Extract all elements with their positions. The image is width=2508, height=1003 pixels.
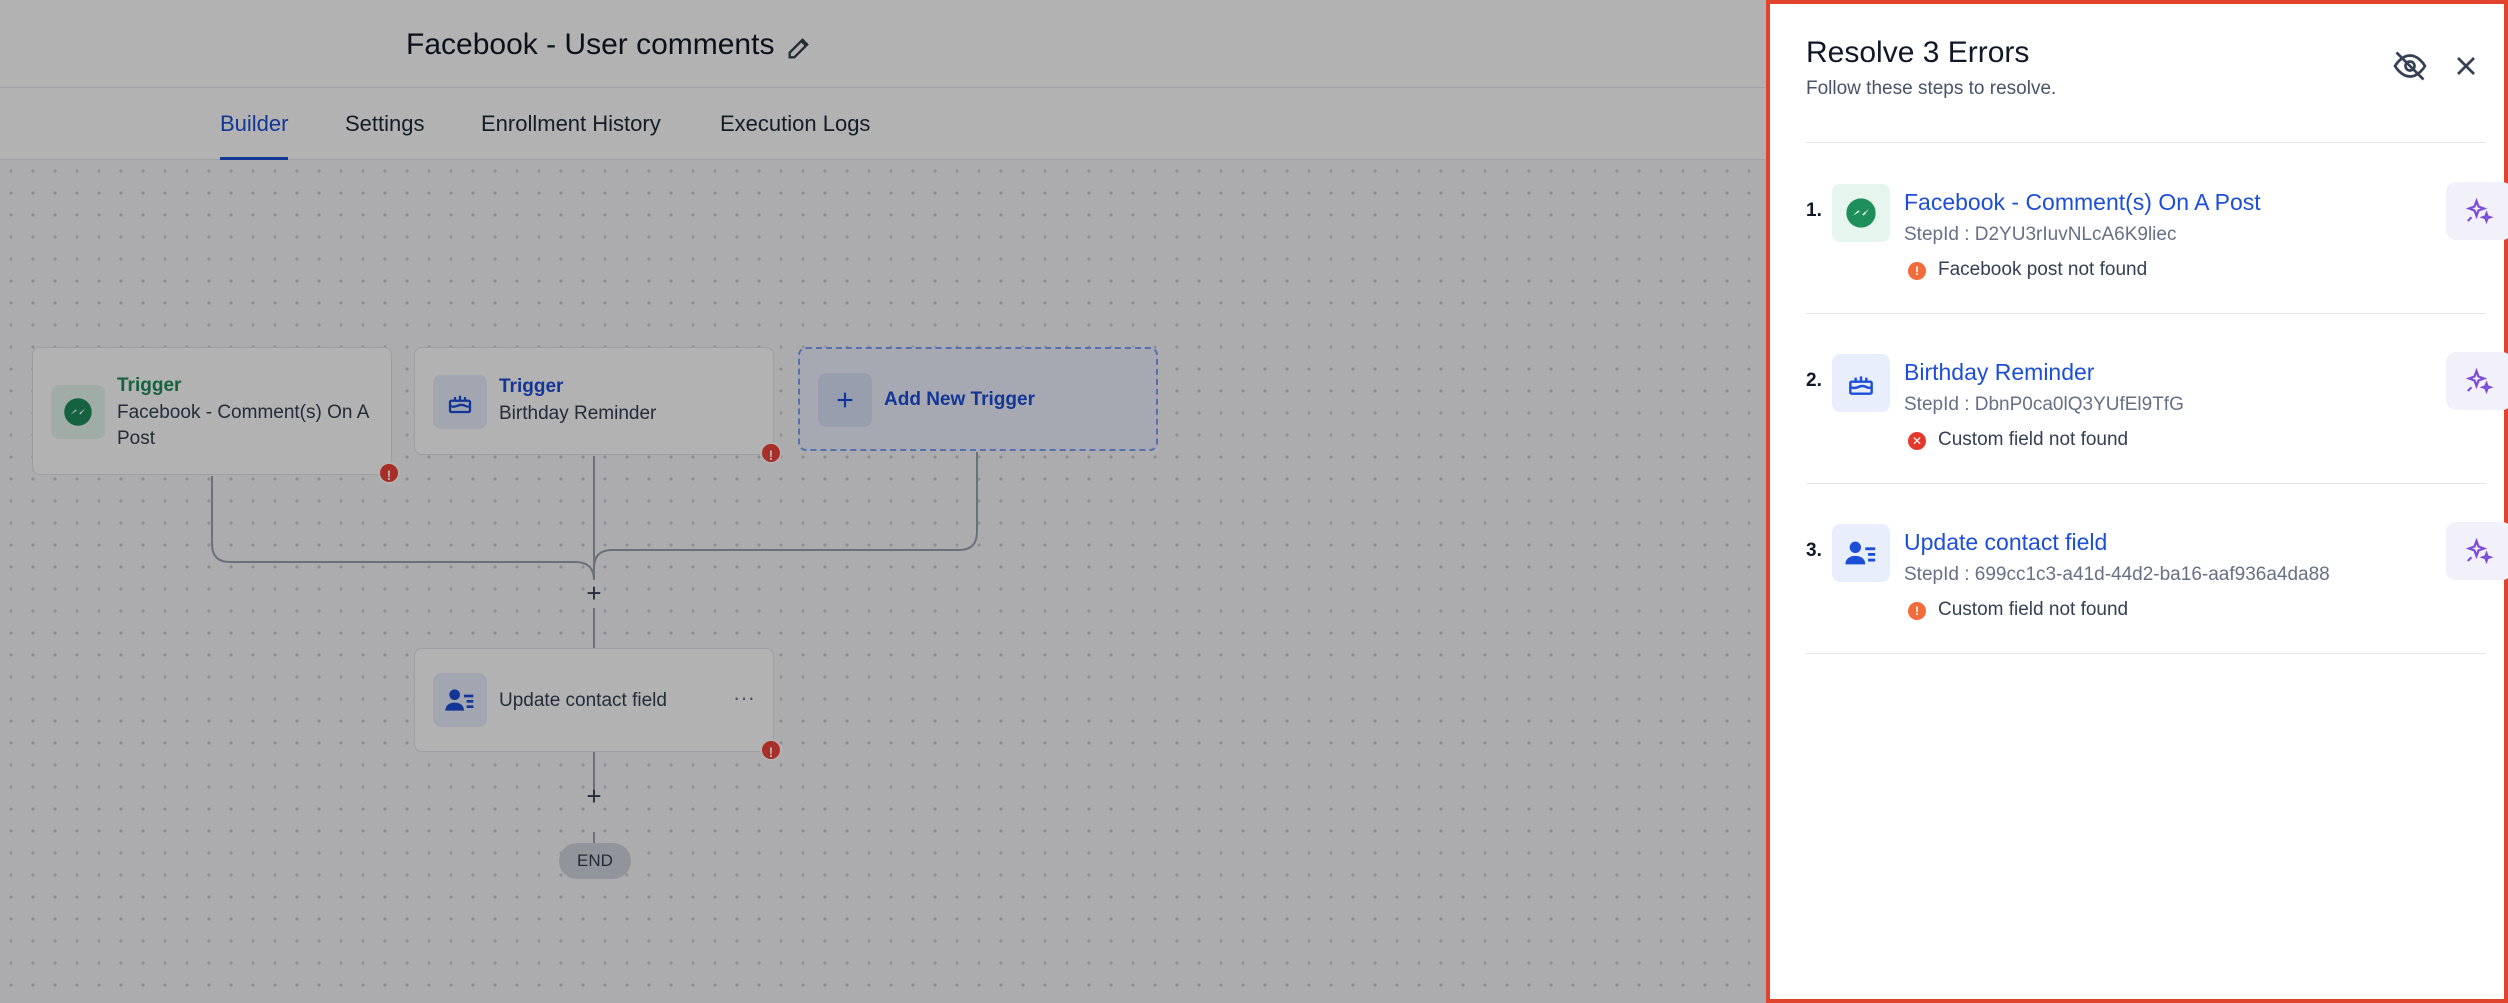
warning-icon: ! — [378, 462, 400, 484]
connector-lines — [211, 452, 978, 843]
ai-fix-sparkle-button[interactable] — [2446, 522, 2508, 580]
tab-builder[interactable]: Builder — [220, 88, 289, 160]
warning-icon: ! — [1908, 602, 1926, 620]
messenger-icon — [51, 385, 105, 439]
warning-icon: ! — [760, 739, 782, 761]
add-trigger-label: Add New Trigger — [884, 389, 1035, 410]
warning-icon: ! — [1908, 262, 1926, 280]
error-step-link[interactable]: Birthday Reminder — [1904, 359, 2094, 386]
error-step-id: StepId : D2YU3rIuvNLcA6K9liec — [1904, 224, 2177, 245]
error-item: 1. Facebook - Comment(s) On A Post StepI… — [1806, 144, 2508, 314]
error-message: Facebook post not found — [1938, 259, 2148, 280]
error-message: Custom field not found — [1938, 599, 2129, 620]
workflow-editor: Facebook - User comments Builder Setting… — [0, 0, 1766, 1003]
workflow-canvas[interactable] — [0, 160, 1766, 1003]
contact-list-icon — [1832, 524, 1890, 582]
error-number: 1. — [1806, 200, 1822, 221]
trigger-label: Facebook - Comment(s) On A Post — [117, 402, 369, 449]
trigger-node-birthday[interactable]: Trigger Birthday Reminder ! — [414, 347, 782, 464]
tab-execution-logs[interactable]: Execution Logs — [720, 88, 870, 160]
pencil-icon[interactable] — [785, 34, 813, 62]
workflow-title: Facebook - User comments — [406, 28, 775, 61]
trigger-node-facebook[interactable]: Trigger Facebook - Comment(s) On A Post … — [32, 347, 400, 484]
editor-tabs: Builder Settings Enrollment History Exec… — [0, 88, 1766, 160]
messenger-icon — [1832, 184, 1890, 242]
error-x-icon: ✕ — [1908, 432, 1926, 450]
trigger-kicker: Trigger — [499, 376, 564, 397]
trigger-label: Birthday Reminder — [499, 403, 657, 424]
action-label: Update contact field — [499, 690, 667, 711]
more-options-icon[interactable]: ··· — [733, 685, 755, 711]
panel-title: Resolve 3 Errors — [1806, 36, 2030, 69]
tab-settings[interactable]: Settings — [345, 88, 425, 160]
error-item: 3. Update contact field StepId : 699cc1c… — [1806, 484, 2508, 654]
ai-fix-sparkle-button[interactable] — [2446, 352, 2508, 410]
editor-header: Facebook - User comments — [0, 0, 1766, 88]
tab-enrollment-history[interactable]: Enrollment History — [481, 88, 661, 160]
eye-off-icon[interactable] — [2392, 48, 2428, 84]
resolve-errors-panel: Resolve 3 Errors Follow these steps to r… — [1766, 0, 2508, 1003]
divider — [1806, 142, 2486, 143]
add-step-plus-icon[interactable]: + — [579, 578, 609, 608]
cake-icon — [433, 375, 487, 429]
add-new-trigger-button[interactable]: Add New Trigger — [798, 347, 1158, 451]
action-node-update-contact[interactable]: Update contact field ··· ! — [414, 648, 782, 761]
contact-list-icon — [433, 673, 487, 727]
panel-subtitle: Follow these steps to resolve. — [1806, 78, 2057, 99]
error-item: 2. Birthday Reminder StepId : DbnP0ca0lQ… — [1806, 314, 2508, 484]
end-node: END — [559, 843, 631, 879]
error-step-link[interactable]: Update contact field — [1904, 529, 2107, 556]
error-message: Custom field not found — [1938, 429, 2129, 450]
error-step-id: StepId : 699cc1c3-a41d-44d2-ba16-aaf936a… — [1904, 564, 2330, 585]
error-number: 2. — [1806, 370, 1822, 391]
cake-icon — [1832, 354, 1890, 412]
divider — [1806, 653, 2486, 654]
plus-icon — [818, 373, 872, 427]
warning-icon: ! — [760, 442, 782, 464]
error-step-id: StepId : DbnP0ca0lQ3YUfEl9TfG — [1904, 394, 2184, 415]
close-icon[interactable] — [2450, 50, 2482, 82]
error-number: 3. — [1806, 540, 1822, 561]
trigger-kicker: Trigger — [117, 375, 182, 396]
error-step-link[interactable]: Facebook - Comment(s) On A Post — [1904, 189, 2261, 216]
ai-fix-sparkle-button[interactable] — [2446, 182, 2508, 240]
add-step-plus-icon[interactable]: + — [579, 781, 609, 811]
